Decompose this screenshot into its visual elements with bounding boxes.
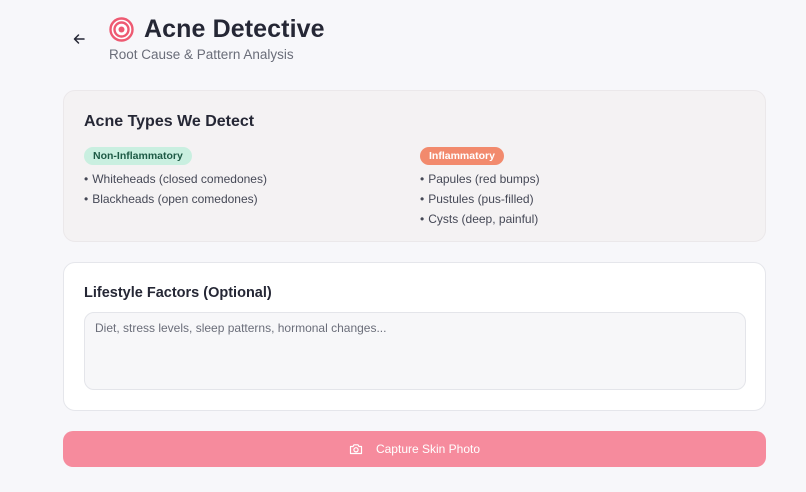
acne-types-title: Acne Types We Detect bbox=[84, 113, 255, 130]
list-item: Pustules (pus-filled) bbox=[420, 189, 540, 209]
inflammatory-column: Inflammatory Papules (red bumps) Pustule… bbox=[420, 146, 540, 229]
acne-types-card: Acne Types We Detect Non-Inflammatory Wh… bbox=[63, 90, 766, 242]
target-icon bbox=[109, 16, 134, 42]
lifestyle-title: Lifestyle Factors (Optional) bbox=[84, 285, 272, 301]
non-inflammatory-column: Non-Inflammatory Whiteheads (closed come… bbox=[84, 146, 267, 209]
title-row: Acne Detective bbox=[109, 14, 325, 44]
list-item: Blackheads (open comedones) bbox=[84, 189, 267, 209]
header: Acne Detective Root Cause & Pattern Anal… bbox=[109, 14, 325, 63]
capture-photo-button[interactable]: Capture Skin Photo bbox=[63, 431, 766, 467]
list-item: Cysts (deep, painful) bbox=[420, 209, 540, 229]
non-inflammatory-list: Whiteheads (closed comedones) Blackheads… bbox=[84, 169, 267, 209]
arrow-left-icon bbox=[73, 34, 85, 44]
lifestyle-input[interactable] bbox=[84, 312, 746, 390]
list-item: Whiteheads (closed comedones) bbox=[84, 169, 267, 189]
capture-photo-label: Capture Skin Photo bbox=[375, 442, 481, 456]
inflammatory-badge: Inflammatory bbox=[420, 147, 504, 165]
page-subtitle: Root Cause & Pattern Analysis bbox=[109, 47, 294, 62]
lifestyle-card: Lifestyle Factors (Optional) bbox=[63, 262, 766, 411]
non-inflammatory-badge: Non-Inflammatory bbox=[84, 147, 192, 165]
back-button[interactable] bbox=[66, 27, 92, 51]
page-title: Acne Detective bbox=[144, 14, 325, 43]
inflammatory-list: Papules (red bumps) Pustules (pus-filled… bbox=[420, 169, 540, 229]
camera-icon bbox=[349, 443, 363, 455]
list-item: Papules (red bumps) bbox=[420, 169, 539, 189]
